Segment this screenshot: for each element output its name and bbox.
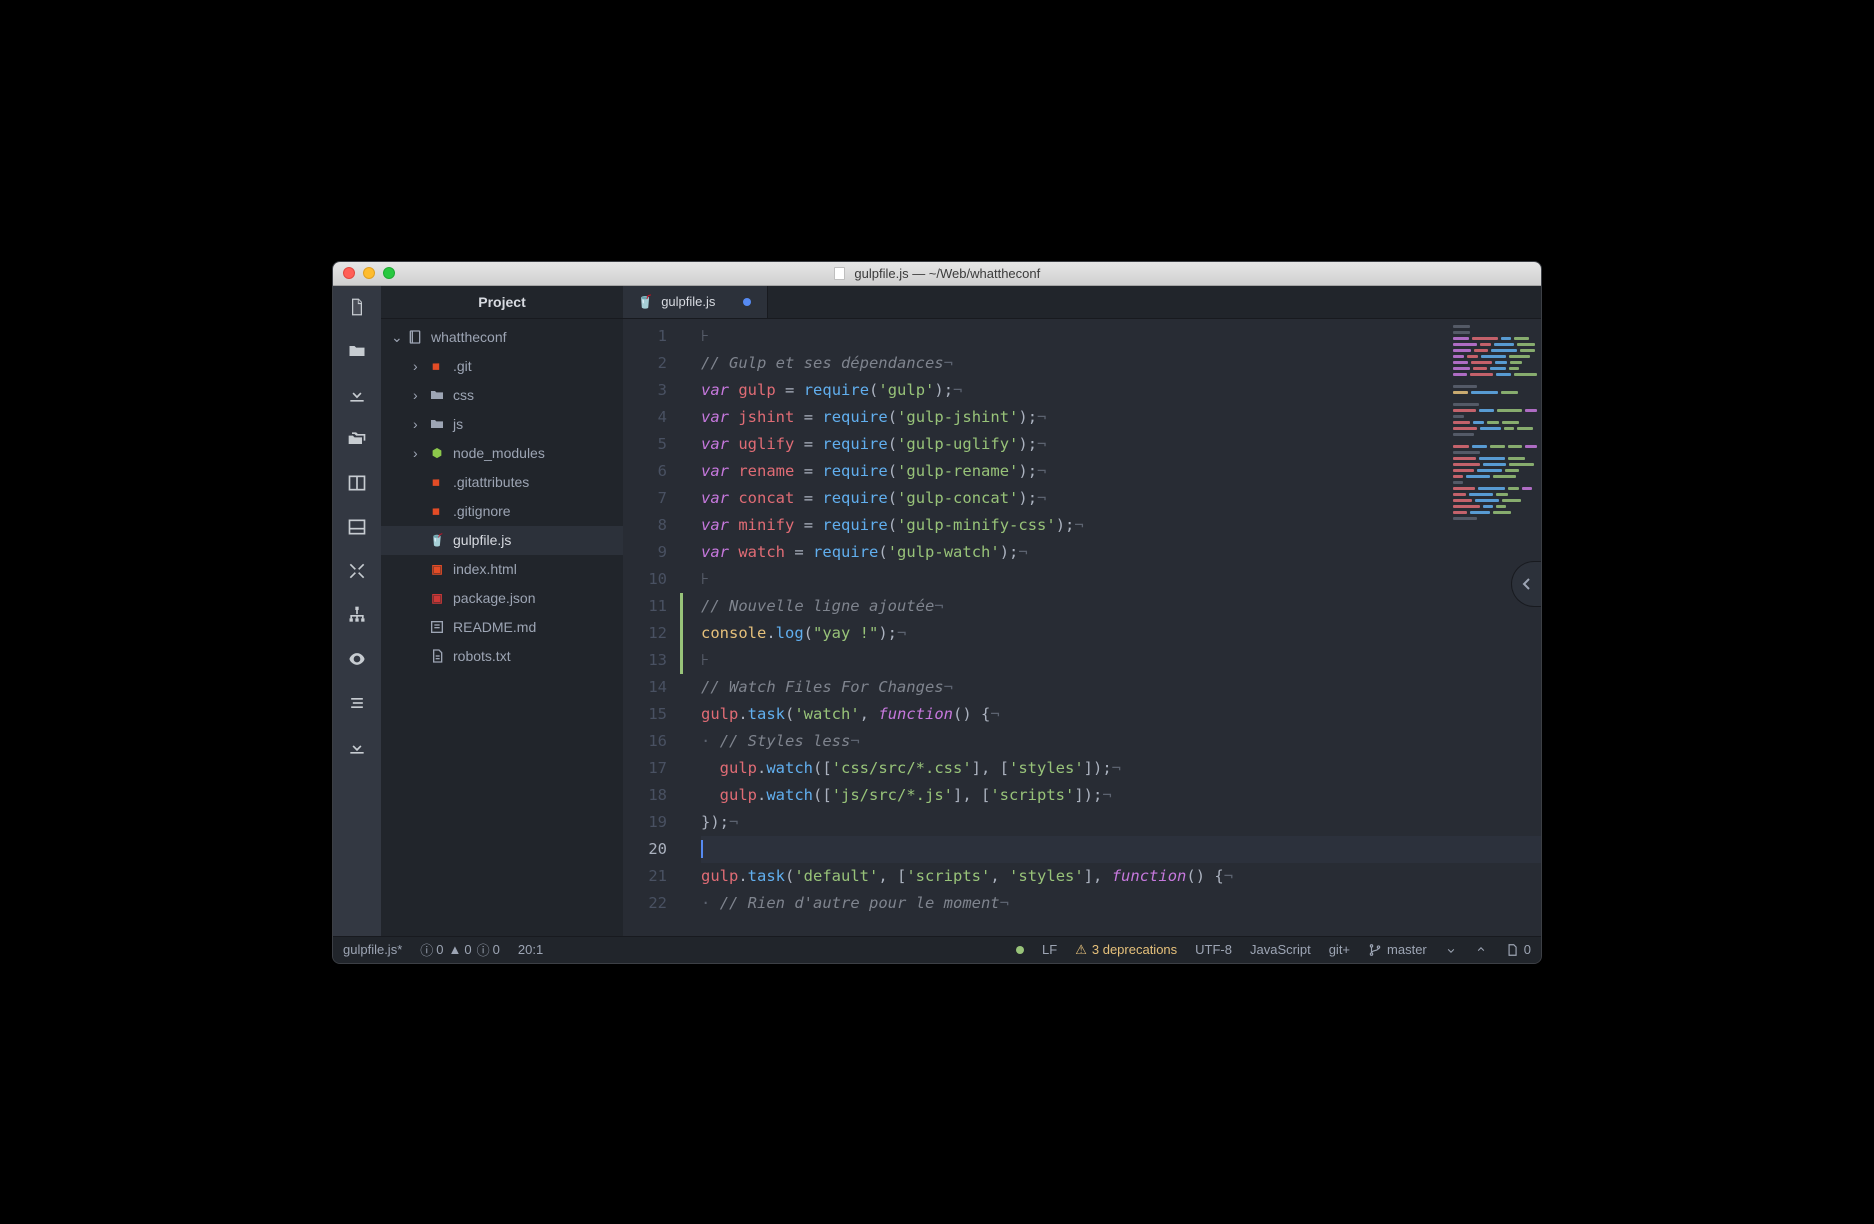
gutter: 12345678910111213141516171819202122 bbox=[623, 319, 683, 936]
html-icon: ▣ bbox=[429, 561, 445, 577]
git-icon: ◆ bbox=[429, 503, 445, 519]
status-deprecations[interactable]: ⚠ 3 deprecations bbox=[1075, 942, 1177, 958]
chevron-icon: › bbox=[413, 387, 421, 403]
txt-icon bbox=[429, 648, 445, 664]
document-icon bbox=[834, 267, 845, 280]
window-title: gulpfile.js — ~/Web/whattheconf bbox=[854, 266, 1040, 281]
tree-item--git[interactable]: › ◆ .git bbox=[381, 352, 623, 381]
warning-icon: ⚠ bbox=[1075, 942, 1087, 958]
download-icon[interactable] bbox=[346, 384, 368, 406]
code-editor[interactable]: 12345678910111213141516171819202122 ⊦// … bbox=[623, 319, 1541, 936]
diag-info: 0 bbox=[493, 942, 500, 957]
expand-icon[interactable] bbox=[346, 560, 368, 582]
eye-icon[interactable] bbox=[346, 648, 368, 670]
gulp-icon: 🥤 bbox=[429, 532, 445, 548]
chevron-icon: › bbox=[413, 445, 421, 461]
tab-label: gulpfile.js bbox=[661, 294, 715, 309]
zoom-window-button[interactable] bbox=[383, 267, 395, 279]
tree-item--gitattributes[interactable]: ◆ .gitattributes bbox=[381, 468, 623, 497]
chevron-icon: › bbox=[413, 416, 421, 432]
modified-indicator-icon bbox=[743, 298, 751, 306]
tree-item-label: node_modules bbox=[453, 445, 545, 461]
close-window-button[interactable] bbox=[343, 267, 355, 279]
activity-bar bbox=[333, 286, 381, 936]
repo-icon bbox=[407, 329, 423, 345]
tree-item-js[interactable]: › js bbox=[381, 410, 623, 439]
status-cursor[interactable]: 20:1 bbox=[518, 942, 543, 957]
status-diagnostics[interactable]: ⓘ0 ▲0 ⓘ0 bbox=[420, 940, 500, 959]
status-line-ending[interactable]: LF bbox=[1042, 942, 1057, 957]
layout-icon[interactable] bbox=[346, 516, 368, 538]
sidebar-title: Project bbox=[381, 286, 623, 319]
green-dot-icon bbox=[1016, 946, 1024, 954]
chevron-icon: ⌄ bbox=[391, 329, 399, 346]
tree-item-label: README.md bbox=[453, 619, 536, 635]
file-tree[interactable]: ⌄ whattheconf › ◆ .git › css › js › ⬢ node_modules ◆… bbox=[381, 319, 623, 936]
app-window: gulpfile.js — ~/Web/whattheconf bbox=[332, 261, 1542, 964]
tree-item-label: robots.txt bbox=[453, 648, 511, 664]
titlebar: gulpfile.js — ~/Web/whattheconf bbox=[333, 262, 1541, 286]
git-icon: ◆ bbox=[429, 474, 445, 490]
file-icon[interactable] bbox=[346, 296, 368, 318]
code-content[interactable]: ⊦// Gulp et ses dépendances¬var gulp = r… bbox=[683, 319, 1541, 936]
tree-item-label: gulpfile.js bbox=[453, 532, 511, 548]
status-git[interactable]: git+ bbox=[1329, 942, 1350, 957]
panes-icon[interactable] bbox=[346, 472, 368, 494]
tree-item-whattheconf[interactable]: ⌄ whattheconf bbox=[381, 323, 623, 352]
folder-icon bbox=[429, 387, 445, 403]
md-icon bbox=[429, 619, 445, 635]
status-pull[interactable] bbox=[1445, 944, 1457, 956]
deprecations-label: 3 deprecations bbox=[1092, 942, 1177, 957]
tree-item-label: index.html bbox=[453, 561, 517, 577]
branch-icon bbox=[1368, 943, 1382, 957]
status-filename[interactable]: gulpfile.js* bbox=[343, 942, 402, 957]
status-language[interactable]: JavaScript bbox=[1250, 942, 1311, 957]
arrow-down-icon bbox=[1445, 944, 1457, 956]
status-files[interactable]: 0 bbox=[1505, 942, 1531, 957]
tab-bar: 🥤 gulpfile.js bbox=[623, 286, 1541, 319]
sidebar: Project ⌄ whattheconf › ◆ .git › css › js › ⬢ node_… bbox=[381, 286, 623, 936]
npm-icon: ▣ bbox=[429, 590, 445, 606]
tree-item-index-html[interactable]: ▣ index.html bbox=[381, 555, 623, 584]
arrow-up-icon bbox=[1475, 944, 1487, 956]
gulp-icon: 🥤 bbox=[637, 294, 653, 310]
tree-item-label: css bbox=[453, 387, 474, 403]
editor-area: 🥤 gulpfile.js 12345678910111213141516171… bbox=[623, 286, 1541, 936]
tree-item-node-modules[interactable]: › ⬢ node_modules bbox=[381, 439, 623, 468]
git-icon: ◆ bbox=[429, 358, 445, 374]
tree-item-label: whattheconf bbox=[431, 329, 507, 345]
tree-item-package-json[interactable]: ▣ package.json bbox=[381, 584, 623, 613]
tree-item-robots-txt[interactable]: robots.txt bbox=[381, 642, 623, 671]
node-icon: ⬢ bbox=[429, 445, 445, 461]
tree-item-css[interactable]: › css bbox=[381, 381, 623, 410]
diag-errors: 0 bbox=[436, 942, 443, 957]
status-server[interactable] bbox=[1016, 946, 1024, 954]
tree-item-label: js bbox=[453, 416, 463, 432]
list-icon[interactable] bbox=[346, 692, 368, 714]
tree-item-gulpfile-js[interactable]: 🥤 gulpfile.js bbox=[381, 526, 623, 555]
tree-item-label: .git bbox=[453, 358, 472, 374]
file-count-icon bbox=[1505, 943, 1519, 957]
folders-icon[interactable] bbox=[346, 428, 368, 450]
tree-item-label: .gitattributes bbox=[453, 474, 529, 490]
folder-icon[interactable] bbox=[346, 340, 368, 362]
tree-item-label: package.json bbox=[453, 590, 536, 606]
status-branch[interactable]: master bbox=[1368, 942, 1427, 957]
tab-gulpfile[interactable]: 🥤 gulpfile.js bbox=[623, 286, 768, 318]
folder-icon bbox=[429, 416, 445, 432]
minimize-window-button[interactable] bbox=[363, 267, 375, 279]
status-bar: gulpfile.js* ⓘ0 ▲0 ⓘ0 20:1 LF ⚠ 3 deprec… bbox=[333, 936, 1541, 963]
tree-item-label: .gitignore bbox=[453, 503, 511, 519]
sitemap-icon[interactable] bbox=[346, 604, 368, 626]
file-count-label: 0 bbox=[1524, 942, 1531, 957]
tree-item--gitignore[interactable]: ◆ .gitignore bbox=[381, 497, 623, 526]
status-push[interactable] bbox=[1475, 944, 1487, 956]
branch-label: master bbox=[1387, 942, 1427, 957]
chevron-icon: › bbox=[413, 358, 421, 374]
diag-warnings: 0 bbox=[464, 942, 471, 957]
tree-item-readme-md[interactable]: README.md bbox=[381, 613, 623, 642]
status-encoding[interactable]: UTF-8 bbox=[1195, 942, 1232, 957]
upload-icon[interactable] bbox=[346, 736, 368, 758]
